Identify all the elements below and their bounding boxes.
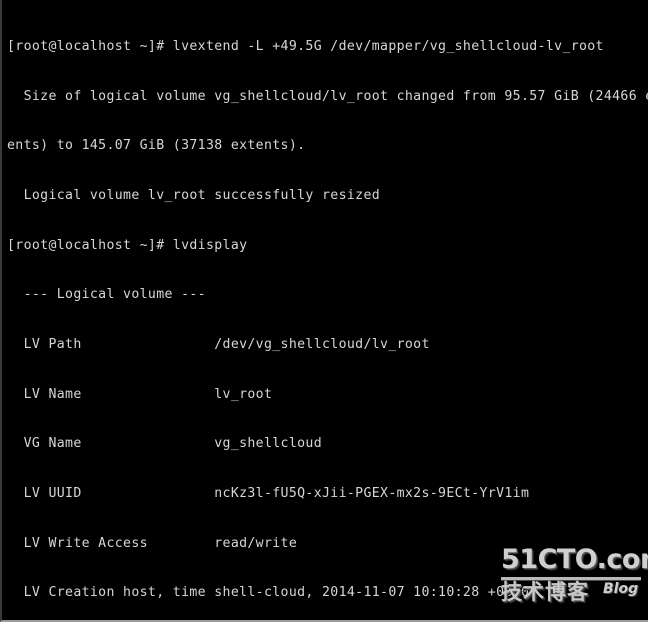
terminal-output-area[interactable]: [root@localhost ~]# lvextend -L +49.5G /… [7,6,648,620]
terminal-line: Logical volume lv_root successfully resi… [7,188,381,204]
terminal-line: LV Write Access read/write [7,535,298,551]
terminal-line: [root@localhost ~]# lvdisplay [7,237,248,253]
terminal-window[interactable]: [root@localhost ~]# lvextend -L +49.5G /… [0,0,648,622]
terminal-line: LV Name lv_root [7,386,273,402]
terminal-line: LV UUID ncKz3l-fU5Q-xJii-PGEX-mx2s-9ECt-… [7,485,530,501]
terminal-line: ents) to 145.07 GiB (37138 extents). [7,138,306,154]
terminal-line: LV Path /dev/vg_shellcloud/lv_root [7,336,430,352]
terminal-line: Size of logical volume vg_shellcloud/lv_… [7,88,648,104]
terminal-line: LV Creation host, time shell-cloud, 2014… [7,585,530,601]
terminal-line: --- Logical volume --- [7,287,206,303]
terminal-line: VG Name vg_shellcloud [7,436,323,452]
terminal-line: [root@localhost ~]# lvextend -L +49.5G /… [7,39,604,55]
